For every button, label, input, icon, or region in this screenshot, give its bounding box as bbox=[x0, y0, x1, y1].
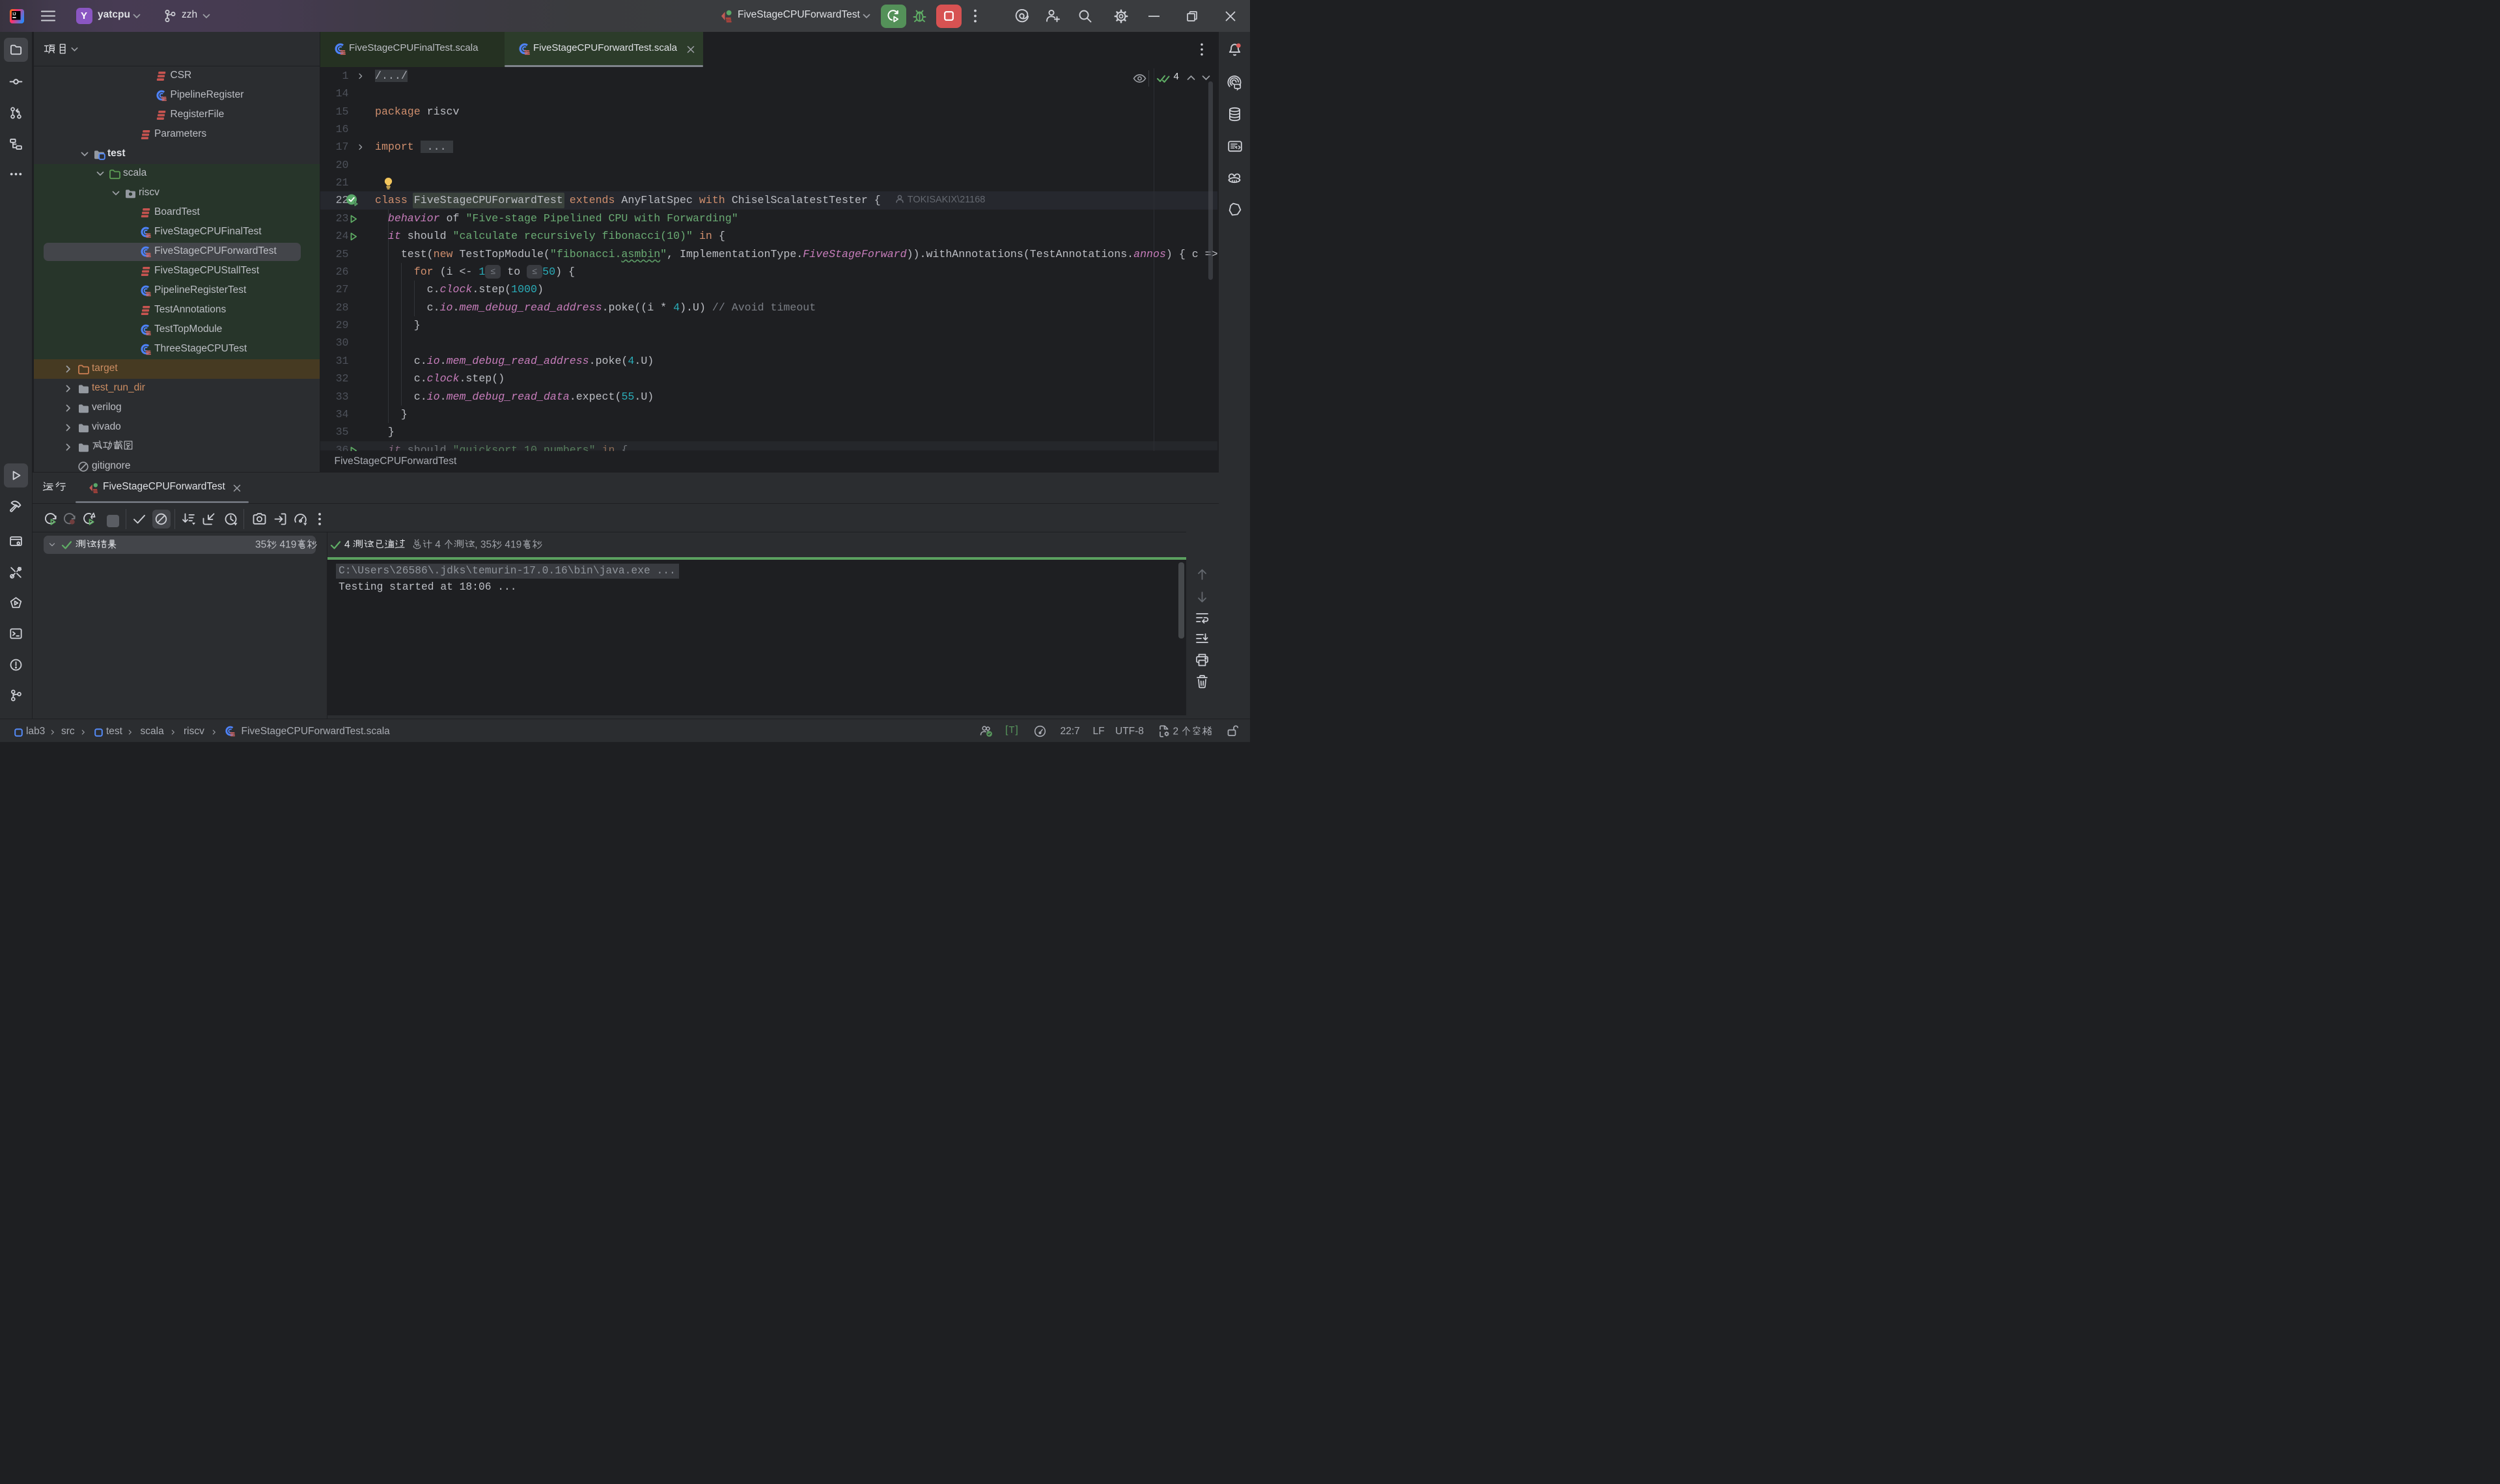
svg-text:IJ: IJ bbox=[12, 12, 16, 16]
